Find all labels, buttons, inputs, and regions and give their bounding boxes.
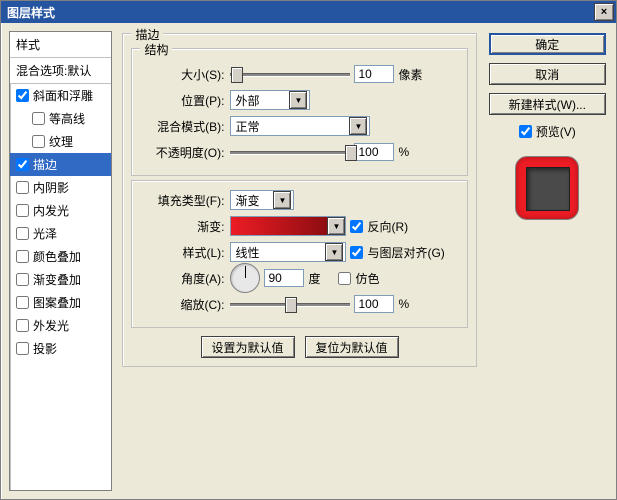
style-item-label: 颜色叠加 bbox=[33, 248, 81, 265]
blendmode-label: 混合模式(B): bbox=[142, 118, 226, 135]
new-style-button[interactable]: 新建样式(W)... bbox=[489, 93, 606, 115]
style-item-checkbox[interactable] bbox=[16, 227, 29, 240]
dither-label: 仿色 bbox=[355, 270, 379, 287]
gradient-picker[interactable]: ▼ bbox=[230, 216, 346, 236]
style-item-11[interactable]: 投影 bbox=[10, 337, 111, 360]
scale-unit: % bbox=[398, 297, 409, 311]
titlebar: 图层样式 × bbox=[1, 1, 616, 23]
style-item-checkbox[interactable] bbox=[16, 158, 29, 171]
close-button[interactable]: × bbox=[594, 3, 614, 21]
cancel-button[interactable]: 取消 bbox=[489, 63, 606, 85]
gradient-label: 渐变: bbox=[142, 218, 226, 235]
reset-default-button[interactable]: 复位为默认值 bbox=[305, 336, 399, 358]
style-item-checkbox[interactable] bbox=[32, 135, 45, 148]
chevron-down-icon: ▼ bbox=[273, 191, 291, 209]
style-item-1[interactable]: 等高线 bbox=[10, 107, 111, 130]
style-label: 样式(L): bbox=[142, 244, 226, 261]
chevron-down-icon: ▼ bbox=[325, 243, 343, 261]
style-item-label: 光泽 bbox=[33, 225, 57, 242]
chevron-down-icon: ▼ bbox=[327, 217, 345, 235]
structure-group: 结构 大小(S): 像素 位置(P): 外部 ▼ bbox=[131, 48, 467, 176]
style-item-0[interactable]: 斜面和浮雕 bbox=[10, 84, 111, 107]
angle-label: 角度(A): bbox=[142, 270, 226, 287]
style-item-checkbox[interactable] bbox=[16, 296, 29, 309]
style-item-checkbox[interactable] bbox=[16, 204, 29, 217]
styles-header[interactable]: 样式 bbox=[10, 32, 111, 58]
dialog-buttons: 确定 取消 新建样式(W)... 预览(V) bbox=[487, 31, 608, 491]
scale-input[interactable] bbox=[354, 295, 394, 313]
style-item-label: 投影 bbox=[33, 340, 57, 357]
style-item-7[interactable]: 颜色叠加 bbox=[10, 245, 111, 268]
align-checkbox[interactable]: 与图层对齐(G) bbox=[350, 244, 444, 261]
style-item-label: 图案叠加 bbox=[33, 294, 81, 311]
position-dropdown[interactable]: 外部 ▼ bbox=[230, 90, 310, 110]
window-title: 图层样式 bbox=[7, 4, 55, 21]
angle-unit: 度 bbox=[308, 270, 320, 287]
preview-checkbox[interactable]: 预览(V) bbox=[489, 123, 606, 140]
opacity-label: 不透明度(O): bbox=[142, 144, 226, 161]
style-dropdown[interactable]: 线性 ▼ bbox=[230, 242, 346, 262]
style-item-checkbox[interactable] bbox=[16, 342, 29, 355]
style-item-label: 等高线 bbox=[49, 110, 85, 127]
preview-swatch bbox=[515, 150, 579, 220]
position-label: 位置(P): bbox=[142, 92, 226, 109]
style-item-4[interactable]: 内阴影 bbox=[10, 176, 111, 199]
reverse-label: 反向(R) bbox=[367, 218, 408, 235]
blend-options-header[interactable]: 混合选项:默认 bbox=[10, 58, 111, 84]
style-item-label: 渐变叠加 bbox=[33, 271, 81, 288]
style-item-10[interactable]: 外发光 bbox=[10, 314, 111, 337]
style-item-2[interactable]: 纹理 bbox=[10, 130, 111, 153]
opacity-unit: % bbox=[398, 145, 409, 159]
size-slider[interactable] bbox=[230, 64, 350, 84]
size-label: 大小(S): bbox=[142, 66, 226, 83]
structure-legend: 结构 bbox=[140, 41, 172, 58]
opacity-slider[interactable] bbox=[230, 142, 350, 162]
style-item-checkbox[interactable] bbox=[16, 250, 29, 263]
angle-dial[interactable] bbox=[230, 263, 260, 293]
reverse-checkbox[interactable]: 反向(R) bbox=[350, 218, 408, 235]
style-item-checkbox[interactable] bbox=[16, 181, 29, 194]
layer-style-dialog: 图层样式 × 样式 混合选项:默认 斜面和浮雕等高线纹理描边内阴影内发光光泽颜色… bbox=[0, 0, 617, 500]
style-item-checkbox[interactable] bbox=[16, 319, 29, 332]
style-item-8[interactable]: 渐变叠加 bbox=[10, 268, 111, 291]
settings-panel: 描边 结构 大小(S): 像素 位置(P): 外部 bbox=[120, 31, 478, 491]
scale-label: 缩放(C): bbox=[142, 296, 226, 313]
style-item-label: 内阴影 bbox=[33, 179, 69, 196]
style-value: 线性 bbox=[235, 244, 259, 261]
style-item-9[interactable]: 图案叠加 bbox=[10, 291, 111, 314]
preview-label: 预览(V) bbox=[536, 123, 576, 140]
chevron-down-icon: ▼ bbox=[289, 91, 307, 109]
style-item-6[interactable]: 光泽 bbox=[10, 222, 111, 245]
position-value: 外部 bbox=[235, 92, 259, 109]
filltype-dropdown[interactable]: 渐变 ▼ bbox=[230, 190, 294, 210]
make-default-button[interactable]: 设置为默认值 bbox=[201, 336, 295, 358]
filltype-value: 渐变 bbox=[235, 192, 259, 209]
style-item-checkbox[interactable] bbox=[32, 112, 45, 125]
styles-list: 样式 混合选项:默认 斜面和浮雕等高线纹理描边内阴影内发光光泽颜色叠加渐变叠加图… bbox=[9, 31, 112, 491]
style-item-label: 外发光 bbox=[33, 317, 69, 334]
blendmode-value: 正常 bbox=[235, 118, 259, 135]
fill-group: 填充类型(F): 渐变 ▼ 渐变: ▼ bbox=[131, 180, 467, 328]
style-item-checkbox[interactable] bbox=[16, 273, 29, 286]
style-item-checkbox[interactable] bbox=[16, 89, 29, 102]
filltype-label: 填充类型(F): bbox=[142, 192, 226, 209]
style-item-label: 斜面和浮雕 bbox=[33, 87, 93, 104]
style-item-label: 纹理 bbox=[49, 133, 73, 150]
style-item-label: 描边 bbox=[33, 156, 57, 173]
size-input[interactable] bbox=[354, 65, 394, 83]
ok-button[interactable]: 确定 bbox=[489, 33, 606, 55]
style-item-5[interactable]: 内发光 bbox=[10, 199, 111, 222]
stroke-group: 描边 结构 大小(S): 像素 位置(P): 外部 bbox=[122, 33, 476, 367]
scale-slider[interactable] bbox=[230, 294, 350, 314]
opacity-input[interactable] bbox=[354, 143, 394, 161]
dither-checkbox[interactable]: 仿色 bbox=[338, 270, 379, 287]
blendmode-dropdown[interactable]: 正常 ▼ bbox=[230, 116, 370, 136]
close-icon: × bbox=[601, 6, 607, 18]
size-unit: 像素 bbox=[398, 66, 422, 83]
style-item-label: 内发光 bbox=[33, 202, 69, 219]
angle-input[interactable] bbox=[264, 269, 304, 287]
style-item-3[interactable]: 描边 bbox=[10, 153, 111, 176]
chevron-down-icon: ▼ bbox=[349, 117, 367, 135]
align-label: 与图层对齐(G) bbox=[367, 244, 444, 261]
